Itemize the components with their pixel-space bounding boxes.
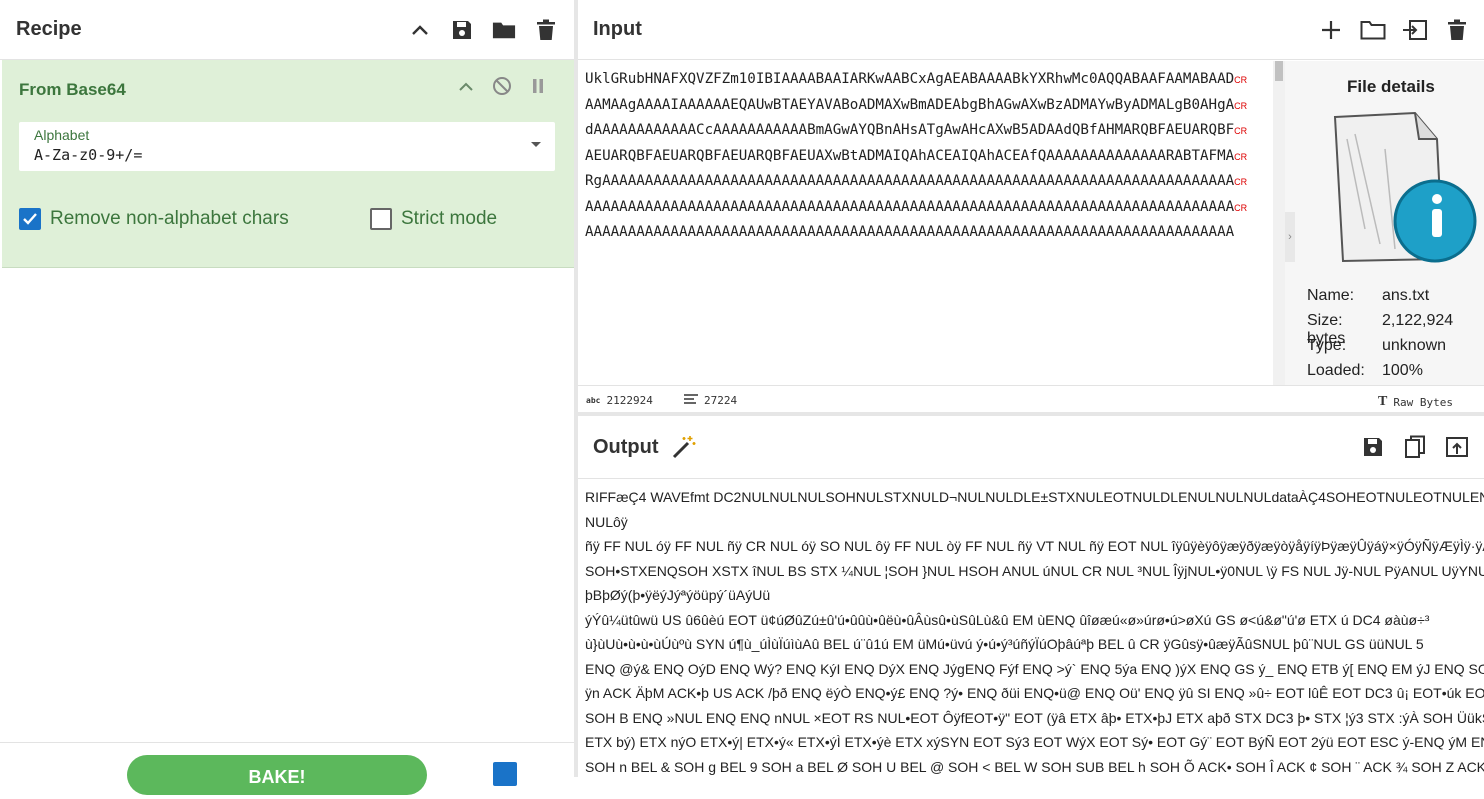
output-line: ù}ùUù•ù•ù•ùÚùºù SYN ú¶ù_úÌùÏúìùAû BEL ú¨…	[585, 636, 1424, 652]
alphabet-label: Alphabet	[34, 127, 90, 143]
recipe-title: Recipe	[16, 18, 82, 40]
output-line: SOH n BEL & SOH g BEL 9 SOH a BEL Ø SOH …	[585, 758, 1484, 775]
input-line: dAAAAAAAAAAAACcAAAAAAAAAAABmAGwAYQBnAHsA…	[585, 122, 1248, 138]
output-line: NULôÿ	[585, 513, 628, 530]
output-header: Output	[578, 416, 1484, 479]
input-length: abc 2122924	[586, 394, 653, 407]
input-status-bar: abc 2122924 27224 T Raw Bytes	[578, 385, 1484, 413]
disable-icon[interactable]	[492, 76, 512, 96]
file-type-row: Type: unknown	[1307, 337, 1447, 354]
file-name-row: Name: ans.txt	[1307, 287, 1430, 304]
bake-button[interactable]: BAKE!	[127, 755, 427, 795]
input-line: AAAAAAAAAAAAAAAAAAAAAAAAAAAAAAAAAAAAAAAA…	[585, 224, 1235, 240]
operation-title: From Base64	[19, 80, 126, 99]
output-textarea[interactable]: RIFFæÇ4 WAVEfmt DC2NULNULNULSOHNULSTXNUL…	[578, 479, 1484, 777]
strict-mode-label: Strict mode	[401, 208, 498, 229]
clear-input-trash-icon[interactable]	[1444, 17, 1470, 43]
output-line: ÿn ACK ÄþM ACK•þ US ACK /þð ENQ ëýÒ ENQ•…	[585, 685, 1484, 701]
file-loaded-row: Loaded: 100%	[1307, 362, 1423, 379]
input-line: UklGRubHNAFXQVZFZm10IBIAAAABAAIARKwAABCx…	[585, 71, 1248, 87]
file-details-panel: File details Name: ans.txt Size: 2,122,924…	[1285, 61, 1484, 385]
operation-from-base64[interactable]: From Base64 Alphabet A-Za-z0-9+/= Remove…	[2, 60, 574, 268]
input-textarea[interactable]: UklGRubHNAFXQVZFZm10IBIAAAABAAIARKwAABCx…	[578, 61, 1273, 385]
dropdown-caret-icon[interactable]	[531, 142, 541, 147]
input-title: Input	[593, 18, 642, 40]
collapse-chevron-icon[interactable]	[456, 76, 476, 96]
output-line: SOH•STXENQSOH XSTX îNUL BS STX ¼NUL ¦SOH…	[585, 562, 1484, 579]
pause-icon[interactable]	[528, 76, 548, 96]
output-line: þBþØý(þ•ÿëýJýªýöüpý´üAýUü	[585, 587, 771, 603]
alphabet-select[interactable]: Alphabet A-Za-z0-9+/=	[19, 122, 555, 171]
save-output-icon[interactable]	[1360, 434, 1386, 460]
copy-output-icon[interactable]	[1402, 434, 1428, 460]
magic-wand-icon[interactable]	[671, 434, 697, 460]
add-tab-icon[interactable]	[1318, 17, 1344, 43]
alphabet-value: A-Za-z0-9+/=	[34, 146, 143, 164]
input-line: AAMAAgAAAAIAAAAAAEQAUwBTAEYAVABoADMAXwBm…	[585, 96, 1248, 113]
recipe-panel: Recipe From Base64 Alphabet A-Za-z0-9+/=…	[0, 0, 574, 795]
input-line: AAAAAAAAAAAAAAAAAAAAAAAAAAAAAAAAAAAAAAAA…	[585, 198, 1248, 215]
scrollbar-thumb[interactable]	[1275, 61, 1283, 81]
chevron-up-icon[interactable]	[408, 18, 432, 42]
replace-input-icon[interactable]	[1444, 434, 1470, 460]
text-format-icon: T	[1378, 394, 1388, 409]
file-details-title: File details	[1347, 77, 1435, 96]
file-details-toggle[interactable]: ›	[1285, 212, 1295, 262]
remove-non-alphabet-label: Remove non-alphabet chars	[50, 208, 289, 229]
output-panel: Output RIFFæÇ4 WAVEfmt DC2NULNULNULSOHNU…	[578, 416, 1484, 777]
save-icon[interactable]	[450, 18, 474, 42]
remove-non-alphabet-checkbox[interactable]: Remove non-alphabet chars	[19, 208, 289, 230]
lines-icon	[684, 394, 698, 407]
input-lines: 27224	[684, 394, 737, 407]
output-line: ýÝû¼ütûwü US û6ûèú EOT ü¢úØûZú±û'ú•ûûù•û…	[585, 611, 1430, 628]
recipe-header: Recipe	[0, 0, 574, 60]
input-scrollbar[interactable]	[1273, 61, 1285, 385]
input-line: AEUARQBFAEUARQBFAEUARQBFAEUAXwBtADMAIQAh…	[585, 147, 1248, 164]
input-header: Input	[578, 0, 1484, 60]
auto-bake-checkbox[interactable]	[493, 762, 517, 786]
strict-mode-checkbox[interactable]: Strict mode	[370, 208, 497, 230]
output-title: Output	[593, 435, 659, 458]
output-line: ETX bý) ETX nýO ETX•ý| ETX•ý« ETX•ýÌ ETX…	[585, 734, 1484, 750]
input-panel: Input UklGRubHNAFXQVZFZm10IBIAAAABAAIARK…	[578, 0, 1484, 412]
unchecked-box-icon[interactable]	[370, 208, 392, 230]
checkmark-icon[interactable]	[19, 208, 41, 230]
output-line: ENQ @ý& ENQ OýD ENQ Wý? ENQ KýI ENQ DýX …	[585, 660, 1484, 677]
output-line: ñÿ FF NUL óÿ FF NUL ñÿ CR NUL óÿ SO NUL …	[585, 538, 1484, 554]
open-file-icon[interactable]	[1402, 17, 1428, 43]
input-line: RgAAAAAAAAAAAAAAAAAAAAAAAAAAAAAAAAAAAAAA…	[585, 173, 1248, 189]
folder-icon[interactable]	[492, 18, 516, 42]
file-info-icon	[1325, 109, 1484, 269]
output-line: SOH B ENQ »NUL ENQ ENQ nNUL ×EOT RS NUL•…	[585, 709, 1484, 726]
output-line: RIFFæÇ4 WAVEfmt DC2NULNULNULSOHNULSTXNUL…	[585, 489, 1484, 505]
abc-icon: abc	[586, 396, 601, 405]
raw-bytes-format[interactable]: T Raw Bytes	[1378, 394, 1453, 410]
trash-icon[interactable]	[534, 18, 558, 42]
open-folder-icon[interactable]	[1360, 17, 1386, 43]
